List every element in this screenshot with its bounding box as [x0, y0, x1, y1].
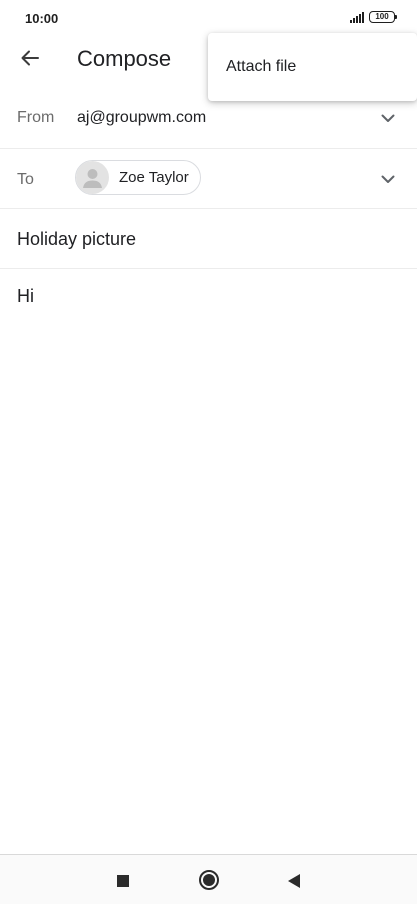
- menu-item-attach-file[interactable]: Attach file: [208, 33, 417, 101]
- status-time: 10:00: [25, 11, 59, 26]
- status-icons: 100: [350, 11, 397, 23]
- page-title: Compose: [77, 46, 172, 71]
- to-label: To: [17, 171, 34, 188]
- overflow-menu: Attach file: [208, 33, 417, 101]
- from-label: From: [17, 109, 55, 126]
- recents-square-icon[interactable]: [117, 875, 129, 887]
- status-bar: 10:00 100: [0, 0, 417, 36]
- recipient-name: Zoe Taylor: [119, 169, 189, 186]
- arrow-back-icon: [21, 50, 39, 66]
- to-expand-button[interactable]: [379, 170, 397, 188]
- subject-field[interactable]: Holiday picture: [17, 229, 136, 250]
- to-row: To Zoe Taylor: [0, 149, 417, 209]
- back-button[interactable]: [12, 40, 48, 76]
- message-body-field[interactable]: Hi: [17, 286, 34, 307]
- from-account-value[interactable]: aj@groupwm.com: [77, 109, 206, 127]
- chevron-down-icon: [381, 175, 395, 183]
- recipient-chip[interactable]: Zoe Taylor: [75, 160, 201, 195]
- back-triangle-icon[interactable]: [288, 874, 300, 888]
- chevron-down-icon: [381, 114, 395, 122]
- signal-icon: [350, 11, 364, 23]
- home-circle-icon[interactable]: [199, 870, 219, 890]
- battery-icon: 100: [369, 11, 397, 23]
- system-nav-bar: [0, 854, 417, 904]
- person-avatar-icon: [76, 161, 109, 194]
- subject-row: Holiday picture: [0, 209, 417, 269]
- from-expand-button[interactable]: [379, 109, 397, 127]
